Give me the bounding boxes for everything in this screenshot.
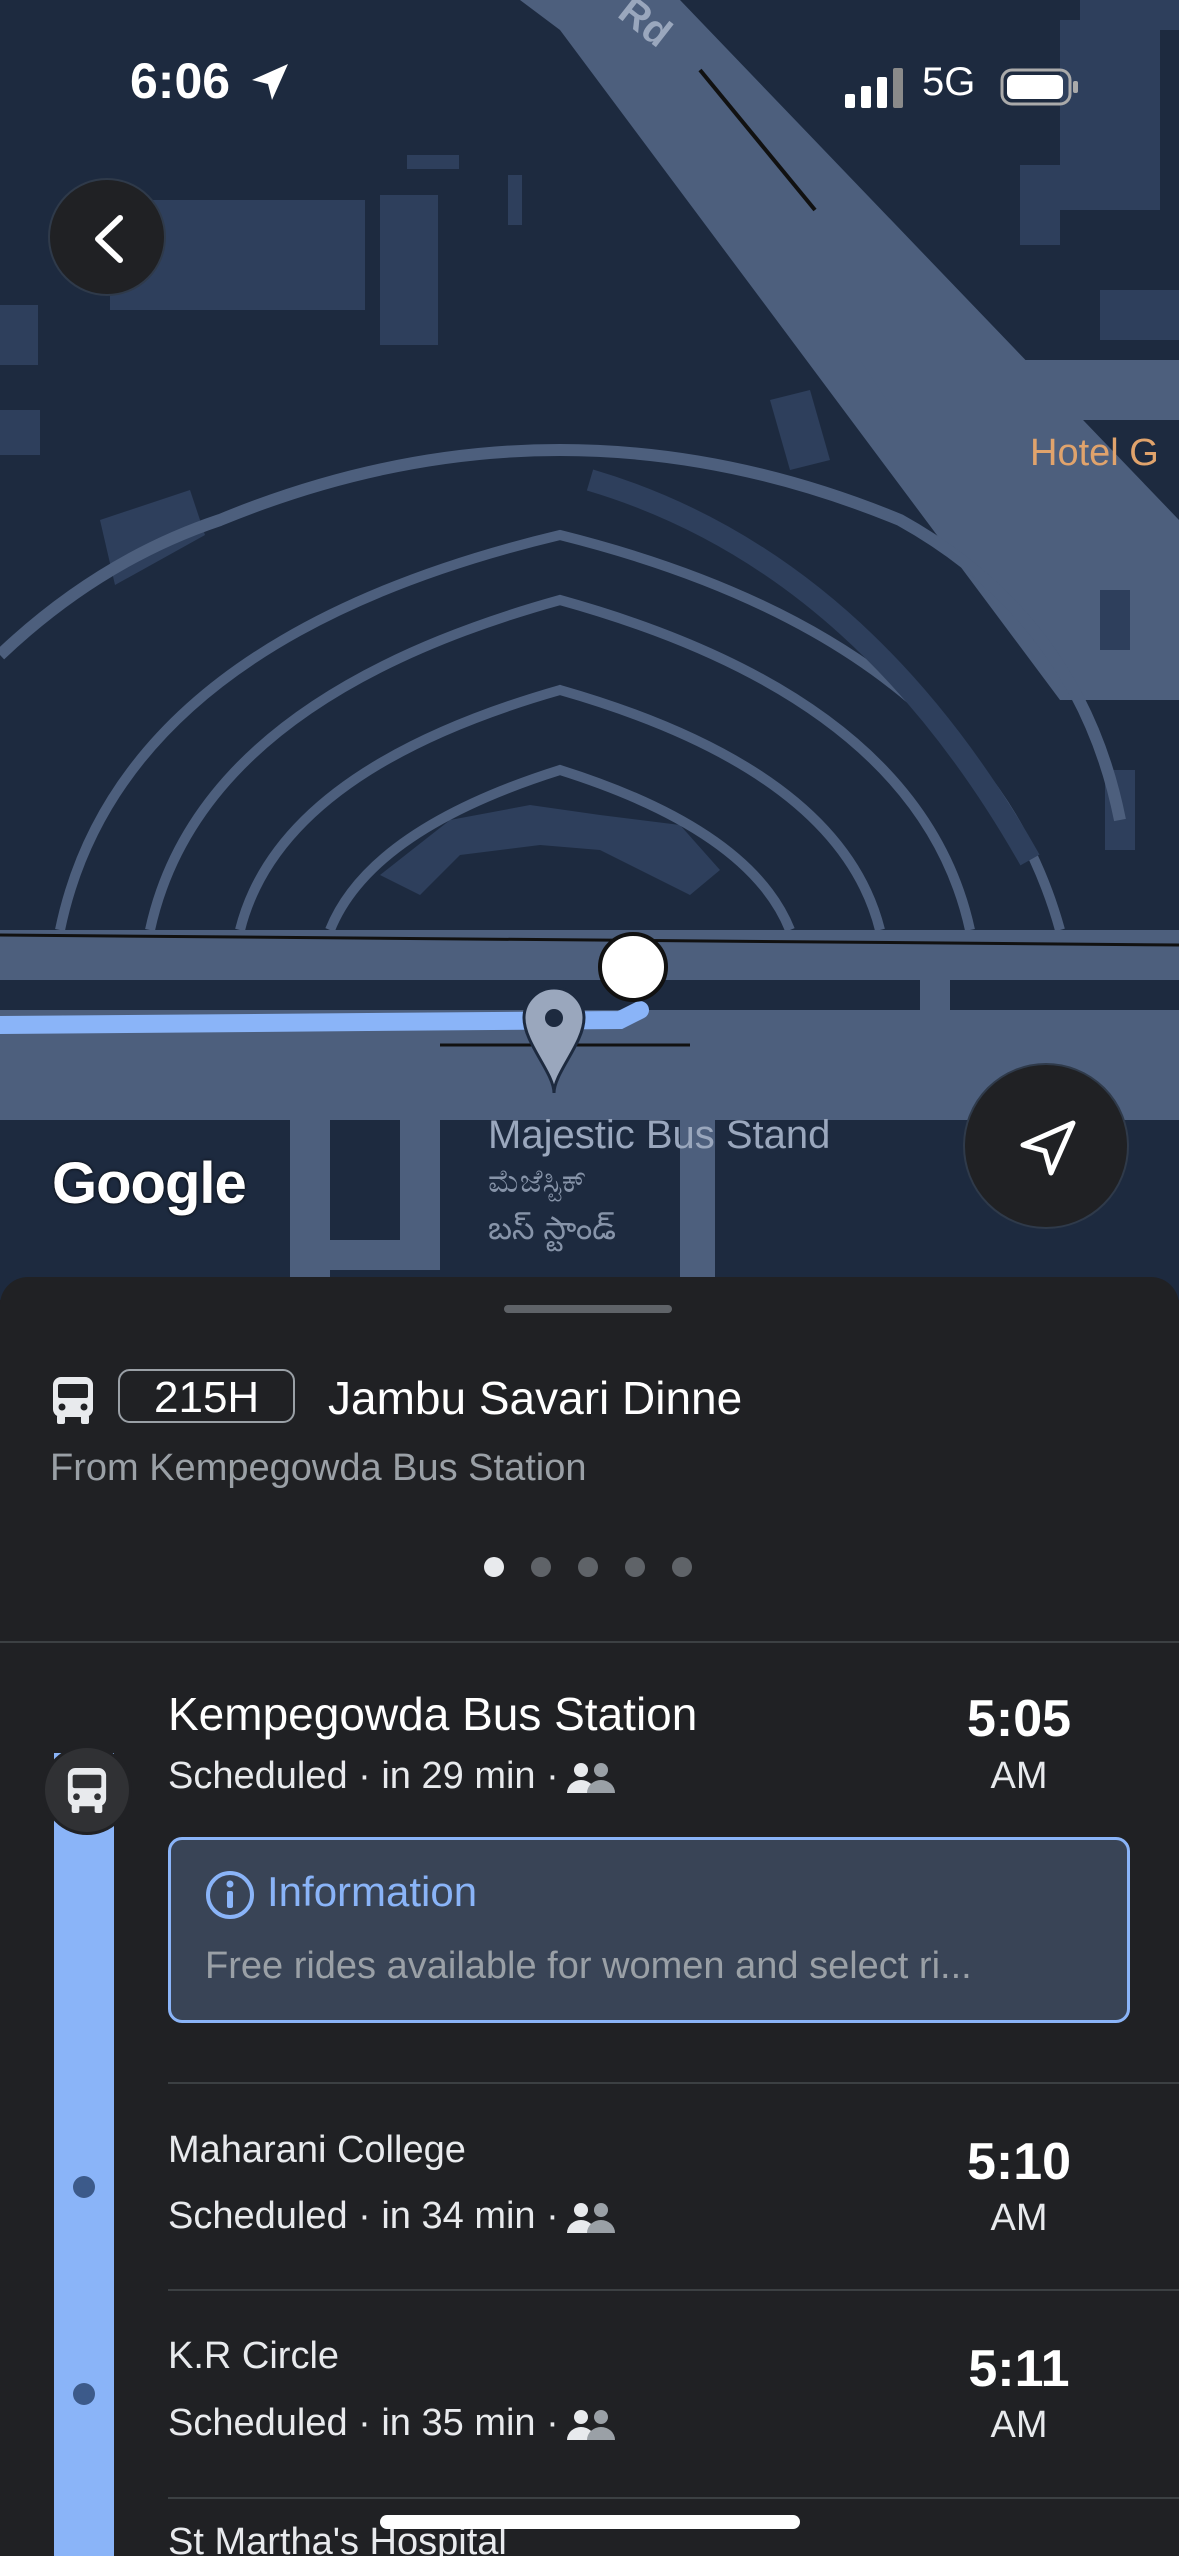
information-card[interactable]: Information Free rides available for wom… — [168, 1837, 1130, 2023]
divider — [168, 2497, 1179, 2499]
divider — [168, 2082, 1179, 2084]
first-stop-marker — [42, 1745, 132, 1835]
stop-name: K.R Circle — [168, 2335, 340, 2377]
route-destination: Jambu Savari Dinne — [328, 1372, 743, 1424]
recenter-button[interactable] — [963, 1063, 1129, 1229]
stop-status: Scheduled · in 34 min · — [168, 2195, 621, 2238]
stop-dot — [73, 2383, 95, 2405]
page-dot[interactable] — [625, 1557, 645, 1577]
arrival-time: 5:10 — [966, 2133, 1072, 2191]
stop-status-text: Scheduled · in 35 min · — [168, 2402, 559, 2444]
info-icon — [206, 1871, 254, 1919]
page-dot[interactable] — [578, 1557, 598, 1577]
stop-status-text: Scheduled · in 34 min · — [168, 2195, 559, 2237]
crowd-level-icon — [566, 2202, 615, 2233]
stop-name: Kempegowda Bus Station — [168, 1688, 698, 1740]
home-indicator[interactable] — [380, 2515, 800, 2529]
status-time: 6:06 — [130, 53, 231, 109]
google-logo: Google — [52, 1151, 247, 1216]
network-type: 5G — [922, 60, 976, 104]
route-origin: From Kempegowda Bus Station — [50, 1447, 587, 1489]
route-timeline — [54, 1753, 114, 2556]
arrival-ampm: AM — [990, 2197, 1048, 2239]
stop-status: Scheduled · in 35 min · — [168, 2402, 621, 2445]
cellular-signal-icon — [845, 68, 903, 108]
back-button[interactable] — [48, 178, 166, 296]
location-arrow-icon — [252, 64, 288, 100]
arrival-ampm: AM — [990, 2404, 1048, 2446]
battery-icon — [1000, 68, 1078, 106]
bottom-sheet[interactable]: 215H Jambu Savari Dinne From Kempegowda … — [0, 1277, 1179, 2556]
arrival-time: 5:05 — [966, 1690, 1072, 1748]
arrival-ampm: AM — [990, 1755, 1048, 1797]
route-number-badge: 215H — [118, 1369, 296, 1423]
map-stop-label-kannada: ಮೆಜೆಸ್ಟಿಕ್ — [488, 1163, 587, 1199]
sheet-drag-handle[interactable] — [504, 1305, 672, 1313]
arrival-time: 5:11 — [968, 2340, 1070, 2398]
stop-status-text: Scheduled · in 29 min · — [168, 1755, 559, 1797]
information-title: Information — [267, 1868, 478, 1915]
map-stop-label-telugu: బస్ స్టాండ్ — [488, 1210, 616, 1246]
bus-icon — [67, 1768, 107, 1813]
divider — [0, 1641, 1179, 1643]
stop-dot — [73, 2176, 95, 2198]
page-dot[interactable] — [531, 1557, 551, 1577]
stop-status: Scheduled · in 29 min · — [168, 1755, 621, 1798]
page-indicator[interactable] — [484, 1557, 704, 1581]
page-dot[interactable] — [672, 1557, 692, 1577]
navigation-arrow-icon — [1020, 1120, 1076, 1176]
map-stop-label[interactable]: Majestic Bus Stand — [488, 1113, 830, 1158]
page-dot[interactable] — [484, 1557, 504, 1577]
crowd-level-icon — [566, 1762, 615, 1793]
crowd-level-icon — [566, 2409, 615, 2440]
bus-icon — [53, 1377, 93, 1424]
chevron-left-icon — [95, 215, 123, 263]
information-text: Free rides available for women and selec… — [205, 1945, 972, 1987]
divider — [168, 2289, 1179, 2291]
map-hotel-label[interactable]: Hotel G — [1030, 432, 1159, 475]
stop-name: Maharani College — [168, 2129, 466, 2171]
status-bar: 6:06 5G — [0, 0, 1179, 170]
